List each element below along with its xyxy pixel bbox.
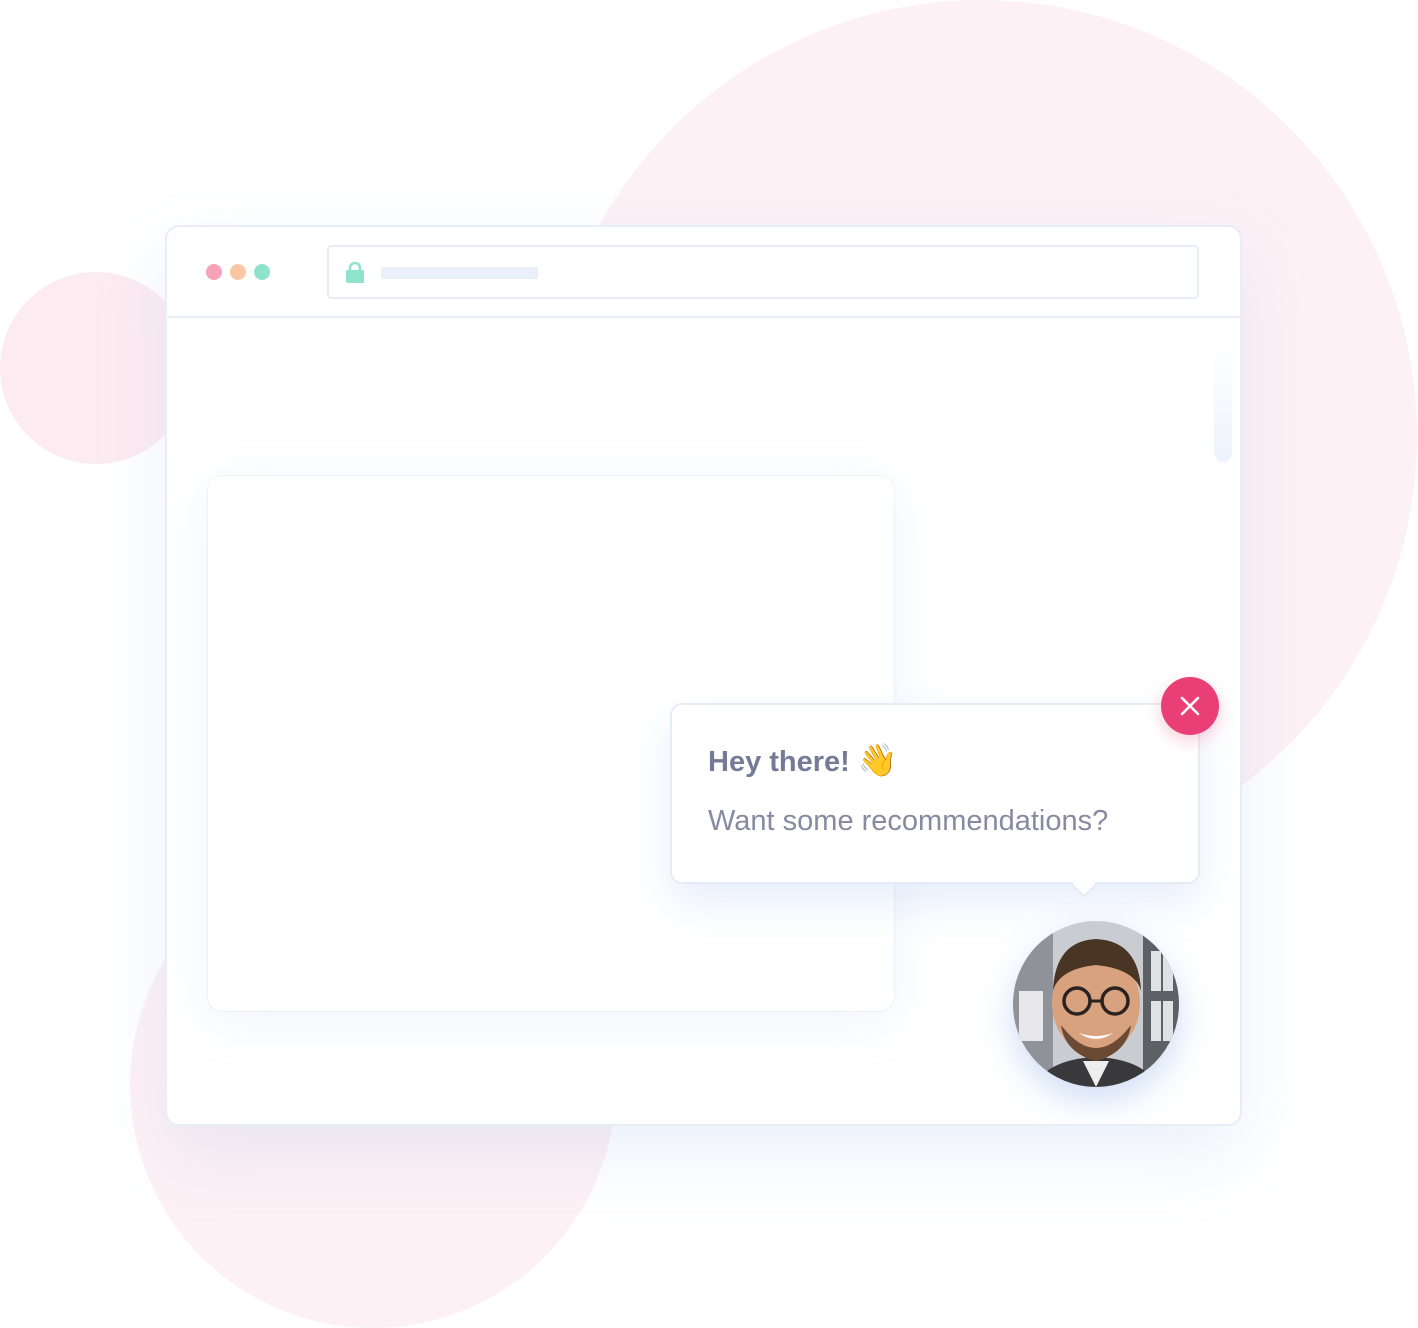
close-icon (1180, 696, 1200, 716)
avatar-photo (1013, 921, 1179, 1087)
waving-hand-icon: 👋 (857, 742, 898, 778)
window-minimize-dot[interactable] (230, 264, 246, 280)
chat-bubble: Hey there! 👋 Want some recommendations? (670, 703, 1200, 884)
window-maximize-dot[interactable] (254, 264, 270, 280)
close-chat-button[interactable] (1161, 677, 1219, 735)
greeting-text: Hey there! (708, 746, 850, 778)
url-placeholder (381, 267, 538, 279)
browser-window: Hey there! 👋 Want some recommendations? (165, 225, 1242, 1126)
greeting-title: Hey there! 👋 (708, 741, 898, 779)
lock-icon (346, 261, 364, 283)
background-blob-left (0, 272, 192, 464)
scrollbar[interactable] (1214, 340, 1232, 462)
chat-message: Want some recommendations? (708, 805, 1109, 837)
window-close-dot[interactable] (206, 264, 222, 280)
address-bar[interactable] (327, 245, 1199, 299)
stage: Hey there! 👋 Want some recommendations? (0, 0, 1418, 1328)
browser-toolbar (167, 227, 1240, 318)
agent-avatar[interactable] (1013, 921, 1179, 1087)
